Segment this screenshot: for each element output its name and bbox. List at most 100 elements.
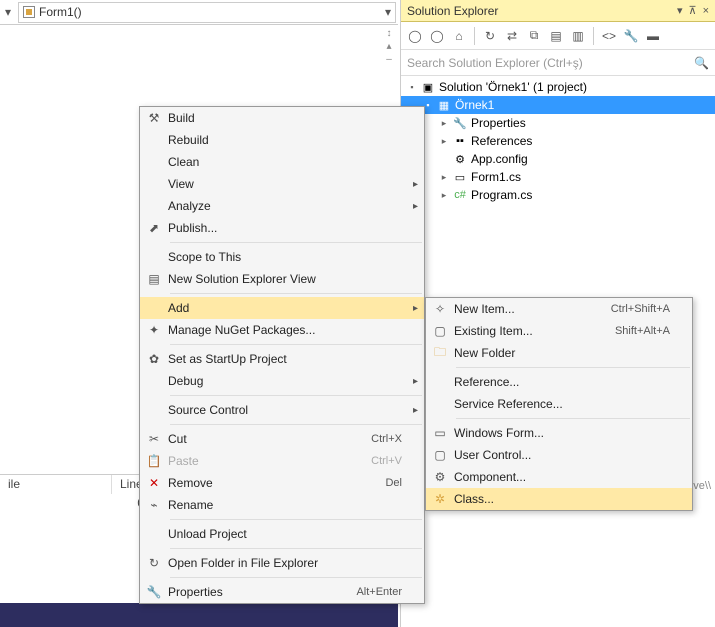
folder-icon: 🗀 bbox=[426, 343, 454, 364]
expander-icon[interactable]: ▸ bbox=[439, 136, 449, 147]
refresh-button[interactable]: ↻ bbox=[480, 26, 500, 46]
existing-item-icon: ▢ bbox=[426, 324, 454, 338]
member-combobox[interactable]: Form1() ▾ bbox=[18, 2, 396, 23]
tree-node-label: Form1.cs bbox=[471, 170, 521, 184]
tree-node-label: App.config bbox=[471, 152, 528, 166]
solution-tree: ▪ ▣ Solution 'Örnek1' (1 project) ▪ ▦ Ör… bbox=[401, 76, 715, 206]
home-button[interactable]: ⌂ bbox=[449, 26, 469, 46]
menu-startup[interactable]: ✿Set as StartUp Project bbox=[140, 348, 424, 370]
tree-node-label: Solution 'Örnek1' (1 project) bbox=[439, 80, 587, 94]
member-combobox-text: Form1() bbox=[39, 5, 381, 19]
menu-reference[interactable]: Reference... bbox=[426, 371, 692, 393]
form-icon: ▭ bbox=[453, 171, 467, 184]
scroll-up-icon[interactable]: ▴ bbox=[386, 41, 391, 52]
menu-class[interactable]: ✲Class... bbox=[426, 488, 692, 510]
sync-button[interactable]: ⇄ bbox=[502, 26, 522, 46]
menu-nuget[interactable]: ✦Manage NuGet Packages... bbox=[140, 319, 424, 341]
menu-service-reference[interactable]: Service Reference... bbox=[426, 393, 692, 415]
panel-menu-icon[interactable]: ▾ bbox=[677, 4, 683, 17]
expander-icon[interactable]: ▸ bbox=[439, 190, 449, 201]
menu-separator bbox=[456, 367, 690, 368]
menu-analyze[interactable]: Analyze▸ bbox=[140, 195, 424, 217]
split-icon[interactable]: ↕ bbox=[387, 28, 392, 39]
references-icon: ▪▪ bbox=[453, 135, 467, 147]
close-icon[interactable]: × bbox=[703, 5, 709, 17]
menu-publish[interactable]: ⬈Publish... bbox=[140, 217, 424, 239]
column-file[interactable]: ile bbox=[0, 475, 112, 494]
tree-node-program[interactable]: ▸ c# Program.cs bbox=[401, 186, 715, 204]
menu-source-control[interactable]: Source Control▸ bbox=[140, 399, 424, 421]
scope-dropdown-arrow[interactable]: ▾ bbox=[0, 2, 16, 22]
menu-user-control[interactable]: ▢User Control... bbox=[426, 444, 692, 466]
status-bar bbox=[0, 603, 398, 627]
menu-unload[interactable]: Unload Project bbox=[140, 523, 424, 545]
tree-node-project[interactable]: ▪ ▦ Örnek1 bbox=[401, 96, 715, 114]
menu-new-folder[interactable]: 🗀New Folder bbox=[426, 342, 692, 364]
config-icon: ⚙ bbox=[453, 153, 467, 166]
new-item-icon: ✧ bbox=[426, 302, 454, 316]
wrench-button[interactable]: 🔧 bbox=[621, 26, 641, 46]
expander-icon[interactable]: ▸ bbox=[439, 172, 449, 183]
show-all-button[interactable]: ▥ bbox=[568, 26, 588, 46]
gear-icon: ✿ bbox=[140, 352, 168, 366]
menu-open-folder[interactable]: ↻Open Folder in File Explorer bbox=[140, 552, 424, 574]
tree-node-label: Properties bbox=[471, 116, 526, 130]
cs-icon: c# bbox=[453, 189, 467, 201]
menu-separator bbox=[170, 293, 422, 294]
menu-debug[interactable]: Debug▸ bbox=[140, 370, 424, 392]
menu-component[interactable]: ⚙Component... bbox=[426, 466, 692, 488]
more-button[interactable]: ▬ bbox=[643, 26, 663, 46]
chevron-right-icon: ▸ bbox=[413, 303, 418, 314]
menu-rebuild[interactable]: Rebuild bbox=[140, 129, 424, 151]
menu-build[interactable]: ⚒Build bbox=[140, 107, 424, 129]
menu-remove[interactable]: ✕RemoveDel bbox=[140, 472, 424, 494]
publish-icon: ⬈ bbox=[140, 221, 168, 235]
tree-node-solution[interactable]: ▪ ▣ Solution 'Örnek1' (1 project) bbox=[401, 78, 715, 96]
back-button[interactable]: ◯ bbox=[405, 26, 425, 46]
menu-separator bbox=[170, 242, 422, 243]
collapse-button[interactable]: ⧉ bbox=[524, 26, 544, 46]
expander-icon[interactable]: ▸ bbox=[439, 118, 449, 129]
form-icon: ▭ bbox=[426, 426, 454, 440]
solution-explorer-titlebar[interactable]: Solution Explorer ▾ ⊼ × bbox=[401, 0, 715, 22]
view-code-button[interactable]: <> bbox=[599, 26, 619, 46]
menu-properties[interactable]: 🔧PropertiesAlt+Enter bbox=[140, 581, 424, 603]
cell-file bbox=[0, 494, 112, 514]
menu-existing-item[interactable]: ▢Existing Item...Shift+Alt+A bbox=[426, 320, 692, 342]
paste-icon: 📋 bbox=[140, 454, 168, 468]
solution-explorer-search[interactable]: Search Solution Explorer (Ctrl+ş) 🔍 bbox=[401, 50, 715, 76]
menu-separator bbox=[170, 424, 422, 425]
pin-icon[interactable]: ⊼ bbox=[689, 4, 697, 17]
forward-button[interactable]: ◯ bbox=[427, 26, 447, 46]
tree-node-appconfig[interactable]: ⚙ App.config bbox=[401, 150, 715, 168]
tree-node-label: Program.cs bbox=[471, 188, 532, 202]
tree-node-properties[interactable]: ▸ 🔧 Properties bbox=[401, 114, 715, 132]
method-icon bbox=[23, 6, 35, 18]
menu-clean[interactable]: Clean bbox=[140, 151, 424, 173]
menu-add[interactable]: Add▸ bbox=[140, 297, 424, 319]
chevron-right-icon: ▸ bbox=[413, 179, 418, 190]
tree-node-references[interactable]: ▸ ▪▪ References bbox=[401, 132, 715, 150]
tree-node-form1[interactable]: ▸ ▭ Form1.cs bbox=[401, 168, 715, 186]
menu-cut[interactable]: ✂CutCtrl+X bbox=[140, 428, 424, 450]
menu-rename[interactable]: ⌁Rename bbox=[140, 494, 424, 516]
menu-paste: 📋PasteCtrl+V bbox=[140, 450, 424, 472]
menu-new-item[interactable]: ✧New Item...Ctrl+Shift+A bbox=[426, 298, 692, 320]
menu-new-se-view[interactable]: ▤New Solution Explorer View bbox=[140, 268, 424, 290]
solution-explorer-toolbar: ◯ ◯ ⌂ ↻ ⇄ ⧉ ▤ ▥ <> 🔧 ▬ bbox=[401, 22, 715, 50]
nuget-icon: ✦ bbox=[140, 323, 168, 337]
tree-node-label: References bbox=[471, 134, 532, 148]
solution-icon: ▣ bbox=[421, 81, 435, 94]
user-control-icon: ▢ bbox=[426, 448, 454, 462]
menu-view[interactable]: View▸ bbox=[140, 173, 424, 195]
menu-windows-form[interactable]: ▭Windows Form... bbox=[426, 422, 692, 444]
new-view-icon: ▤ bbox=[140, 272, 168, 286]
build-icon: ⚒ bbox=[140, 111, 168, 125]
menu-scope[interactable]: Scope to This bbox=[140, 246, 424, 268]
expander-icon[interactable]: ▪ bbox=[407, 82, 417, 92]
toolbar-separator bbox=[474, 27, 475, 45]
editor-nav-bar: ▾ Form1() ▾ bbox=[0, 0, 398, 25]
wrench-icon: 🔧 bbox=[140, 585, 168, 599]
properties-button[interactable]: ▤ bbox=[546, 26, 566, 46]
search-icon[interactable]: 🔍 bbox=[694, 56, 709, 70]
